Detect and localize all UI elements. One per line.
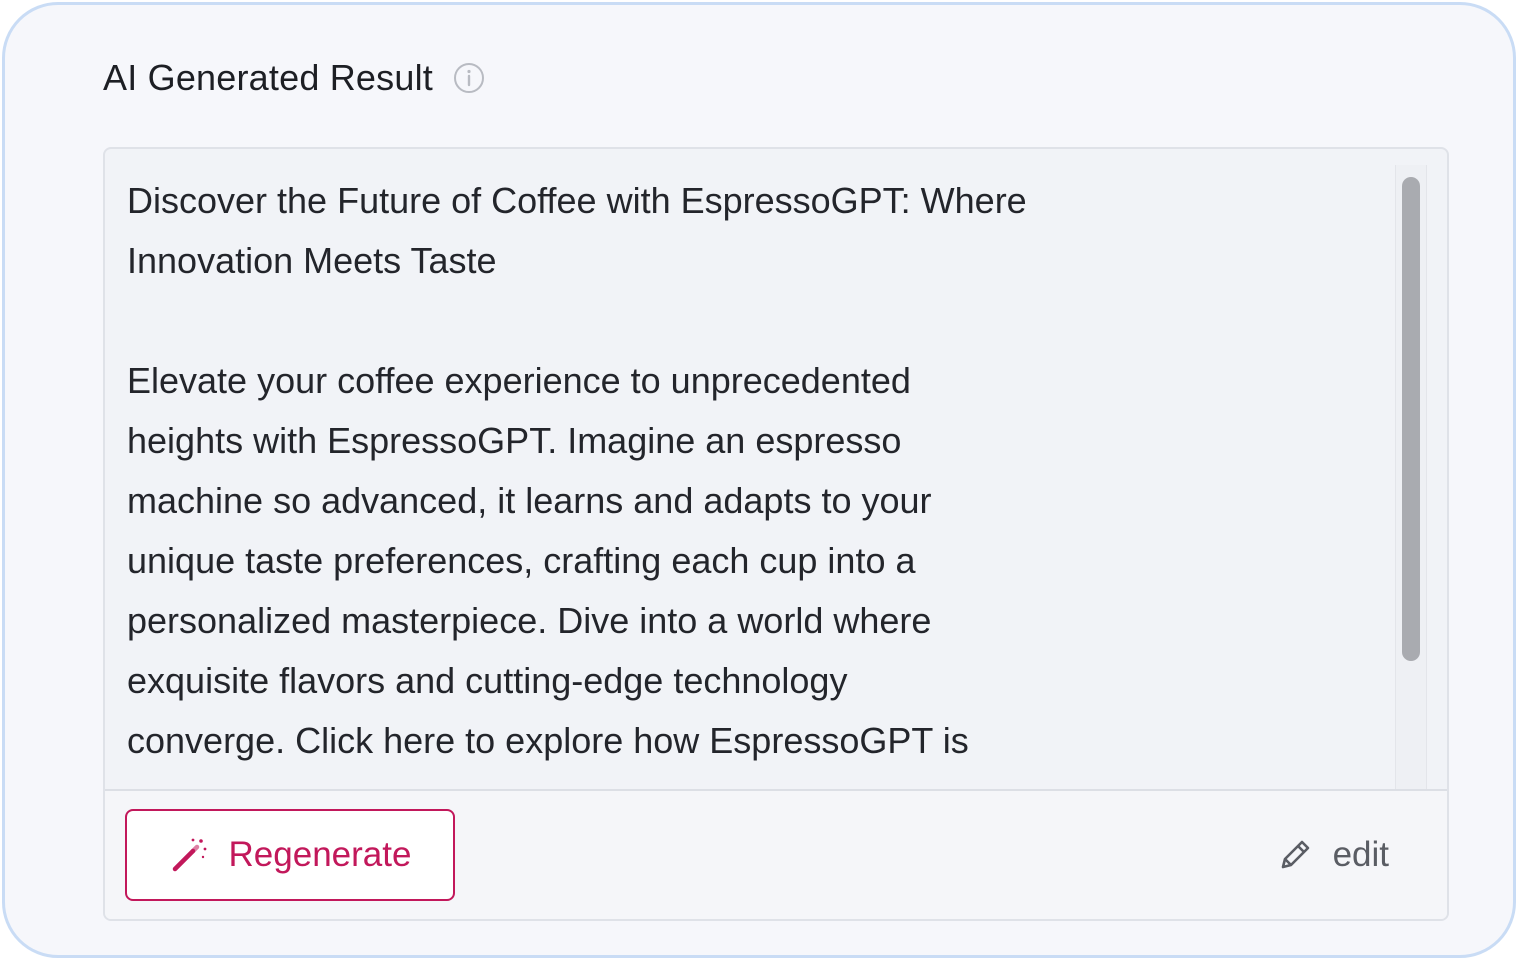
result-text-area[interactable]: Discover the Future of Coffee with Espre… — [105, 149, 1395, 789]
card-title: AI Generated Result — [103, 57, 433, 98]
pencil-icon — [1275, 835, 1315, 875]
edit-button[interactable]: edit — [1275, 835, 1389, 875]
scrollbar-thumb[interactable] — [1402, 177, 1420, 661]
regenerate-label: Regenerate — [228, 835, 412, 874]
result-text: Discover the Future of Coffee with Espre… — [127, 180, 1027, 761]
result-footer: Regenerate edit — [105, 789, 1447, 919]
card-header: AI Generated Result — [103, 55, 485, 101]
result-panel: Discover the Future of Coffee with Espre… — [103, 147, 1449, 921]
info-icon[interactable] — [453, 62, 485, 94]
scrollbar-track[interactable] — [1395, 165, 1427, 789]
magic-wand-icon — [169, 835, 209, 875]
regenerate-button[interactable]: Regenerate — [125, 809, 455, 901]
ai-result-card: AI Generated Result Discover the Future … — [2, 2, 1516, 958]
edit-label: edit — [1332, 835, 1389, 874]
